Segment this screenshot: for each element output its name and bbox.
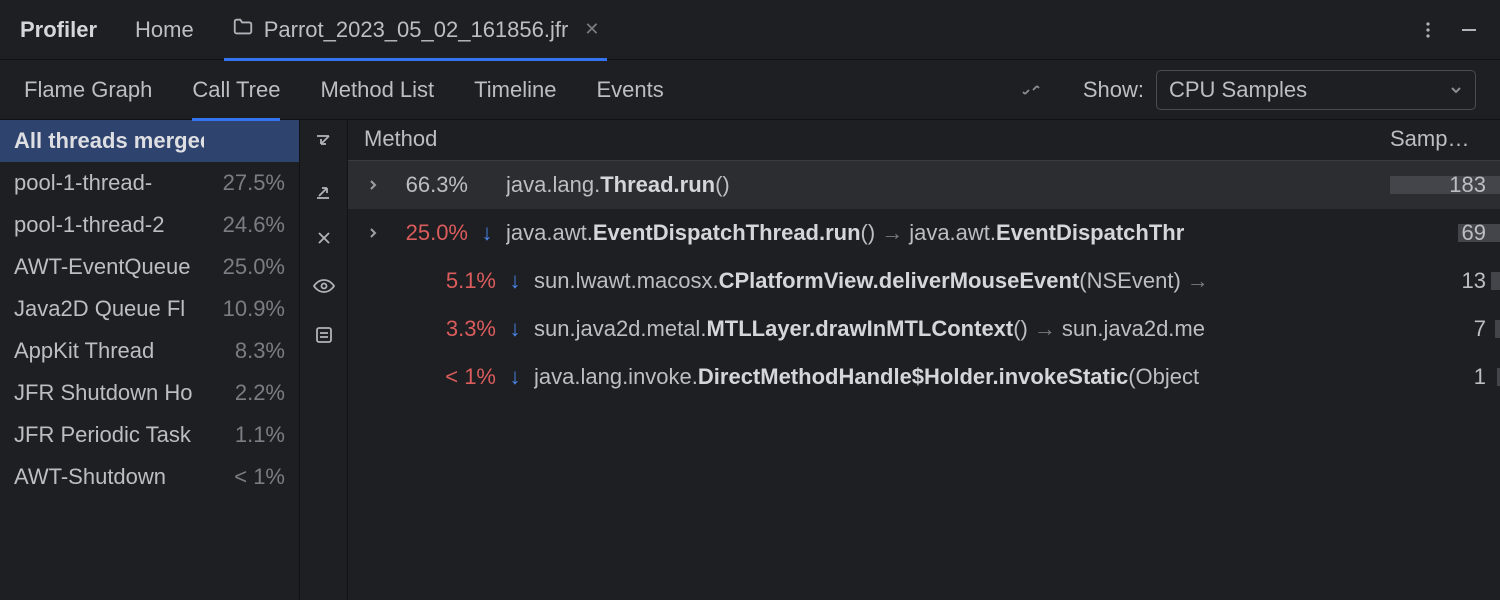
thread-row[interactable]: All threads merged [0,120,299,162]
thread-row[interactable]: AppKit Thread 8.3% [0,330,299,372]
thread-list: All threads mergedpool-1-thread-27.5%poo… [0,120,300,600]
samples-cell: 183 [1390,172,1500,198]
tab-method-list[interactable]: Method List [320,60,434,120]
thread-name: JFR Shutdown Ho [14,380,193,406]
column-method[interactable]: Method [348,126,1390,152]
thread-name: All threads merged [14,128,204,154]
tree-row[interactable]: 66.3% java.lang.Thread.run() 183 [348,161,1500,209]
recursion-arrow-icon: ↓ [506,316,524,342]
tree-row[interactable]: 25.0% ↓ java.awt.EventDispatchThread.run()… [348,209,1500,257]
thread-pct: 25.0% [223,254,285,280]
folder-icon [232,16,254,44]
recursion-arrow-icon: ↓ [506,364,524,390]
thread-pct: 10.9% [223,296,285,322]
view-tab-bar: Flame Graph Call Tree Method List Timeline E… [0,60,1500,120]
top-tab-bar: Profiler Home Parrot_2023_05_02_161856.j… [0,0,1500,60]
samples-cell: 69 [1390,220,1500,246]
method-signature: java.awt.EventDispatchThread.run()→java.… [506,220,1184,246]
tab-flame-graph[interactable]: Flame Graph [24,60,152,120]
eye-icon[interactable] [312,274,336,298]
expand-arrow-icon[interactable] [360,227,386,239]
file-tab-label: Parrot_2023_05_02_161856.jfr [264,17,569,43]
thread-pct: 2.2% [235,380,285,406]
expand-down-icon[interactable] [313,132,335,154]
recursion-arrow-icon: ↓ [506,268,524,294]
show-select[interactable]: CPU Samples [1156,70,1476,110]
recursion-arrow-icon: ↓ [478,220,496,246]
minimize-icon[interactable] [1458,19,1480,41]
method-signature: sun.java2d.metal.MTLLayer.drawInMTLConte… [534,316,1205,342]
call-tree-panel: Method Samp… 66.3% java.lang.Thread.run()… [348,120,1500,600]
tab-call-tree[interactable]: Call Tree [192,60,280,120]
percentage: 66.3% [386,172,468,198]
thread-pct: 24.6% [223,212,285,238]
thread-pct: 8.3% [235,338,285,364]
profiler-title: Profiler [20,17,97,43]
tree-row[interactable]: < 1% ↓ java.lang.invoke.DirectMethodHandle… [348,353,1500,401]
samples-cell: 1 [1390,364,1500,390]
close-small-icon[interactable] [314,228,334,248]
tab-timeline[interactable]: Timeline [474,60,556,120]
method-signature: java.lang.Thread.run() [506,172,730,198]
percentage: 3.3% [414,316,496,342]
thread-row[interactable]: AWT-Shutdown < 1% [0,456,299,498]
tree-row[interactable]: 5.1% ↓ sun.lwawt.macosx.CPlatformView.deli… [348,257,1500,305]
thread-row[interactable]: JFR Periodic Task 1.1% [0,414,299,456]
thread-name: AWT-Shutdown [14,464,166,490]
method-signature: java.lang.invoke.DirectMethodHandle$Hold… [534,364,1199,390]
thread-name: pool-1-thread- [14,170,152,196]
tree-action-column [300,120,348,600]
percentage: 25.0% [386,220,468,246]
thread-name: JFR Periodic Task [14,422,191,448]
column-samples[interactable]: Samp… [1390,126,1500,152]
thread-row[interactable]: JFR Shutdown Ho 2.2% [0,372,299,414]
tab-events[interactable]: Events [597,60,664,120]
thread-row[interactable]: pool-1-thread-2 24.6% [0,204,299,246]
list-icon[interactable] [313,324,335,346]
samples-cell: 13 [1390,268,1500,294]
show-label: Show: [1083,77,1144,103]
thread-name: Java2D Queue Fl [14,296,185,322]
samples-cell: 7 [1390,316,1500,342]
expand-arrow-icon[interactable] [360,179,386,191]
thread-pct: 1.1% [235,422,285,448]
tab-home[interactable]: Home [135,17,194,43]
chevron-down-icon [1449,77,1463,103]
thread-row[interactable]: pool-1-thread- 27.5% [0,162,299,204]
collapse-up-icon[interactable] [313,180,335,202]
tree-row[interactable]: 3.3% ↓ sun.java2d.metal.MTLLayer.drawInMTL… [348,305,1500,353]
thread-row[interactable]: AWT-EventQueue 25.0% [0,246,299,288]
thread-name: AppKit Thread [14,338,154,364]
percentage: < 1% [414,364,496,390]
thread-row[interactable]: Java2D Queue Fl 10.9% [0,288,299,330]
close-icon[interactable]: ✕ [584,19,599,40]
thread-pct: < 1% [234,464,285,490]
more-icon[interactable] [1418,20,1438,40]
method-signature: sun.lwawt.macosx.CPlatformView.deliverMo… [534,268,1215,294]
percentage: 5.1% [414,268,496,294]
thread-name: pool-1-thread-2 [14,212,164,238]
thread-pct: 27.5% [223,170,285,196]
tree-header: Method Samp… [348,120,1500,161]
thread-name: AWT-EventQueue [14,254,190,280]
swap-calls-icon[interactable] [1019,78,1043,102]
tab-file[interactable]: Parrot_2023_05_02_161856.jfr ✕ [224,0,608,60]
show-select-value: CPU Samples [1169,77,1307,103]
